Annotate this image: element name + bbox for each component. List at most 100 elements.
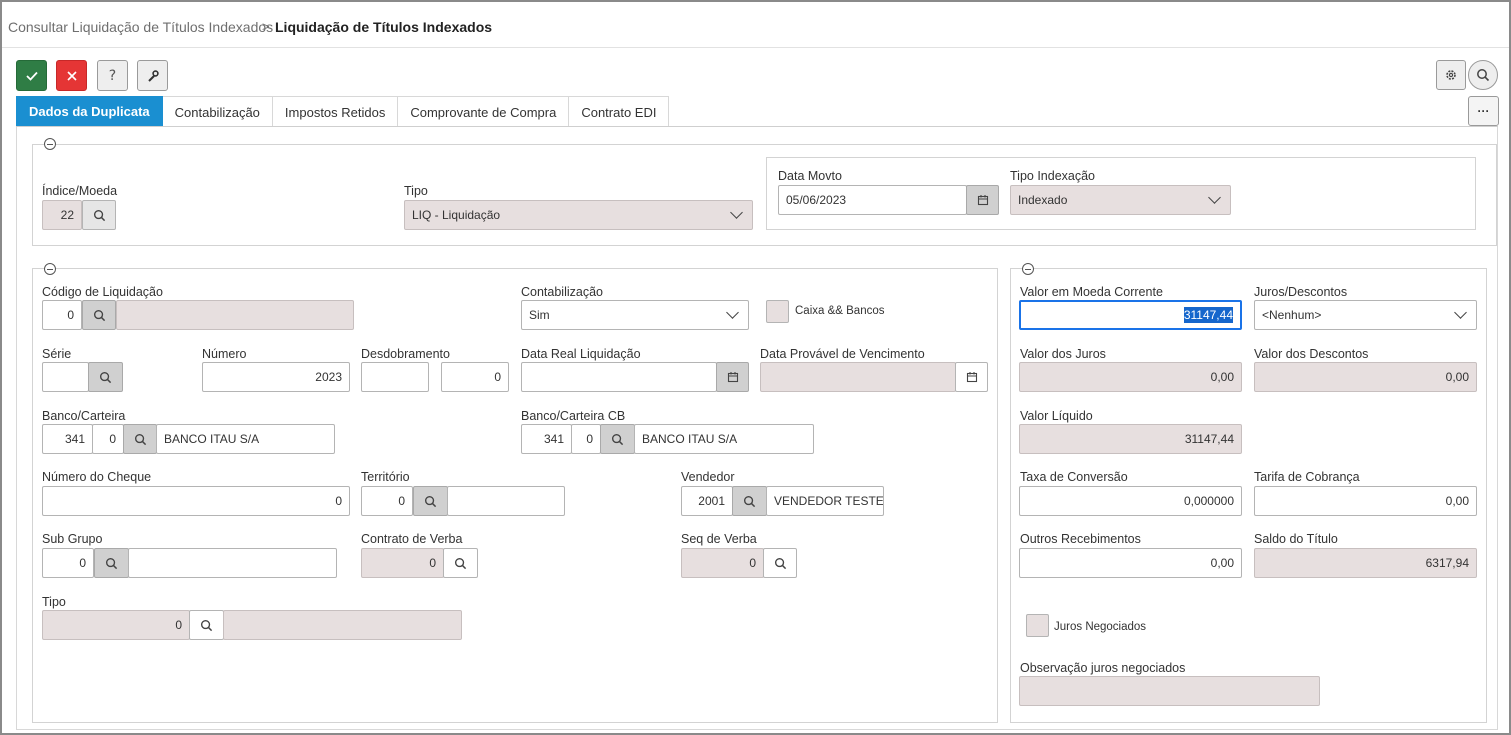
seq-verba-search-button[interactable] [763, 548, 797, 578]
valor-juros-label: Valor dos Juros [1020, 347, 1106, 361]
search-icon [774, 557, 786, 569]
contabilizacao-select[interactable]: Sim [521, 300, 749, 330]
serie-input[interactable] [42, 362, 89, 392]
caixa-bancos-checkbox[interactable] [766, 300, 789, 323]
chevron-down-icon [1454, 306, 1467, 319]
banco-code-input[interactable]: 341 [42, 424, 93, 454]
sub-grupo-label: Sub Grupo [42, 532, 103, 546]
territorio-input[interactable]: 0 [361, 486, 413, 516]
data-provavel-input[interactable] [760, 362, 956, 392]
contabilizacao-label: Contabilização [521, 285, 603, 299]
search-icon [93, 309, 105, 321]
confirm-button[interactable] [16, 60, 47, 91]
calendar-icon [966, 372, 977, 383]
more-options-button[interactable]: ··· [1468, 96, 1499, 126]
breadcrumb: Consultar Liquidação de Títulos Indexado… [2, 2, 1509, 48]
tipo-select[interactable]: LIQ - Liquidação [404, 200, 753, 230]
tipo-indexacao-select[interactable]: Indexado [1010, 185, 1231, 215]
data-provavel-calendar-button[interactable] [955, 362, 988, 392]
vendedor-search-button[interactable] [732, 486, 767, 516]
numero-cheque-label: Número do Cheque [42, 470, 152, 484]
territorio-label: Território [361, 470, 410, 484]
taxa-conversao-label: Taxa de Conversão [1020, 470, 1128, 484]
data-movto-input[interactable]: 05/06/2023 [778, 185, 967, 215]
data-real-calendar-button[interactable] [716, 362, 749, 392]
codigo-liquidacao-description [116, 300, 354, 330]
outros-recebimentos-input[interactable]: 0,00 [1019, 548, 1242, 578]
tab-impostos-retidos[interactable]: Impostos Retidos [272, 96, 399, 127]
taxa-conversao-input[interactable]: 0,000000 [1019, 486, 1242, 516]
banco-cb-search-button[interactable] [600, 424, 635, 454]
breadcrumb-parent-link[interactable]: Consultar Liquidação de Títulos Indexado… [8, 19, 273, 35]
juros-descontos-value: <Nenhum> [1262, 308, 1322, 322]
tarifa-cobranca-input[interactable]: 0,00 [1254, 486, 1477, 516]
data-movto-label: Data Movto [778, 169, 842, 183]
desdobramento-label: Desdobramento [361, 347, 450, 361]
help-button[interactable]: ? [97, 60, 128, 91]
tab-contrato-edi[interactable]: Contrato EDI [569, 96, 670, 127]
outros-recebimentos-label: Outros Recebimentos [1020, 532, 1141, 546]
codigo-liquidacao-search-button[interactable] [82, 300, 116, 330]
collapse-header-panel-icon[interactable] [44, 138, 56, 150]
valor-liquido-input[interactable]: 31147,44 [1019, 424, 1242, 454]
tab-bar: Dados da Duplicata Contabilização Impost… [16, 96, 670, 127]
tools-button[interactable] [137, 60, 168, 91]
wrench-icon [147, 69, 159, 82]
tab-dados-duplicata[interactable]: Dados da Duplicata [16, 96, 163, 127]
search-icon [134, 433, 146, 445]
numero-input[interactable]: 2023 [202, 362, 350, 392]
banco-carteira-label: Banco/Carteira [42, 409, 126, 423]
territorio-search-button[interactable] [413, 486, 448, 516]
indice-search-button[interactable] [82, 200, 116, 230]
valor-moeda-value: 31147,44 [1183, 307, 1233, 323]
banco-cb-code-input[interactable]: 341 [521, 424, 572, 454]
codigo-liquidacao-input[interactable]: 0 [42, 300, 82, 330]
calendar-icon [727, 372, 738, 383]
page-title: Liquidação de Títulos Indexados [275, 19, 493, 35]
collapse-liquidacao-panel-icon[interactable] [44, 263, 56, 275]
settings-button[interactable] [1436, 60, 1466, 90]
tipo-indexacao-label: Tipo Indexação [1010, 169, 1096, 183]
banco-cb-carteira-input[interactable]: 0 [571, 424, 601, 454]
sub-grupo-input[interactable]: 0 [42, 548, 94, 578]
juros-descontos-select[interactable]: <Nenhum> [1254, 300, 1477, 330]
check-icon [25, 71, 38, 81]
banco-carteira-input[interactable]: 0 [92, 424, 124, 454]
banco-search-button[interactable] [123, 424, 157, 454]
desdobramento-input-2[interactable]: 0 [441, 362, 509, 392]
vendedor-code-input[interactable]: 2001 [681, 486, 733, 516]
data-movto-calendar-button[interactable] [966, 185, 999, 215]
contrato-verba-input[interactable]: 0 [361, 548, 444, 578]
codigo-liquidacao-label: Código de Liquidação [42, 285, 163, 299]
juros-negociados-checkbox[interactable] [1026, 614, 1049, 637]
cancel-button[interactable] [56, 60, 87, 91]
tipo-bottom-search-button[interactable] [189, 610, 224, 640]
numero-label: Número [202, 347, 247, 361]
search-icon [99, 371, 112, 383]
contabilizacao-value: Sim [529, 308, 550, 322]
sub-grupo-search-button[interactable] [94, 548, 129, 578]
tab-comprovante-compra[interactable]: Comprovante de Compra [398, 96, 570, 127]
seq-verba-input[interactable]: 0 [681, 548, 764, 578]
collapse-valores-panel-icon[interactable] [1022, 263, 1034, 275]
global-search-button[interactable] [1468, 60, 1498, 90]
data-real-liquidacao-input[interactable] [521, 362, 717, 392]
observacao-juros-input[interactable] [1019, 676, 1320, 706]
numero-cheque-input[interactable]: 0 [42, 486, 350, 516]
saldo-titulo-label: Saldo do Título [1254, 532, 1338, 546]
search-icon [424, 495, 437, 507]
serie-label: Série [42, 347, 72, 361]
banco-name-display: BANCO ITAU S/A [156, 424, 335, 454]
contrato-verba-search-button[interactable] [443, 548, 478, 578]
saldo-titulo-input[interactable]: 6317,94 [1254, 548, 1477, 578]
tipo-bottom-input[interactable]: 0 [42, 610, 190, 640]
valor-juros-input[interactable]: 0,00 [1019, 362, 1242, 392]
tipo-indexacao-value: Indexado [1018, 193, 1068, 207]
valor-moeda-input[interactable]: 31147,44 [1019, 300, 1242, 330]
indice-input[interactable]: 22 [42, 200, 82, 230]
valor-descontos-input[interactable]: 0,00 [1254, 362, 1477, 392]
desdobramento-input-1[interactable] [361, 362, 429, 392]
serie-search-button[interactable] [88, 362, 123, 392]
tipo-label: Tipo [404, 184, 428, 198]
tab-contabilizacao[interactable]: Contabilização [162, 96, 273, 127]
